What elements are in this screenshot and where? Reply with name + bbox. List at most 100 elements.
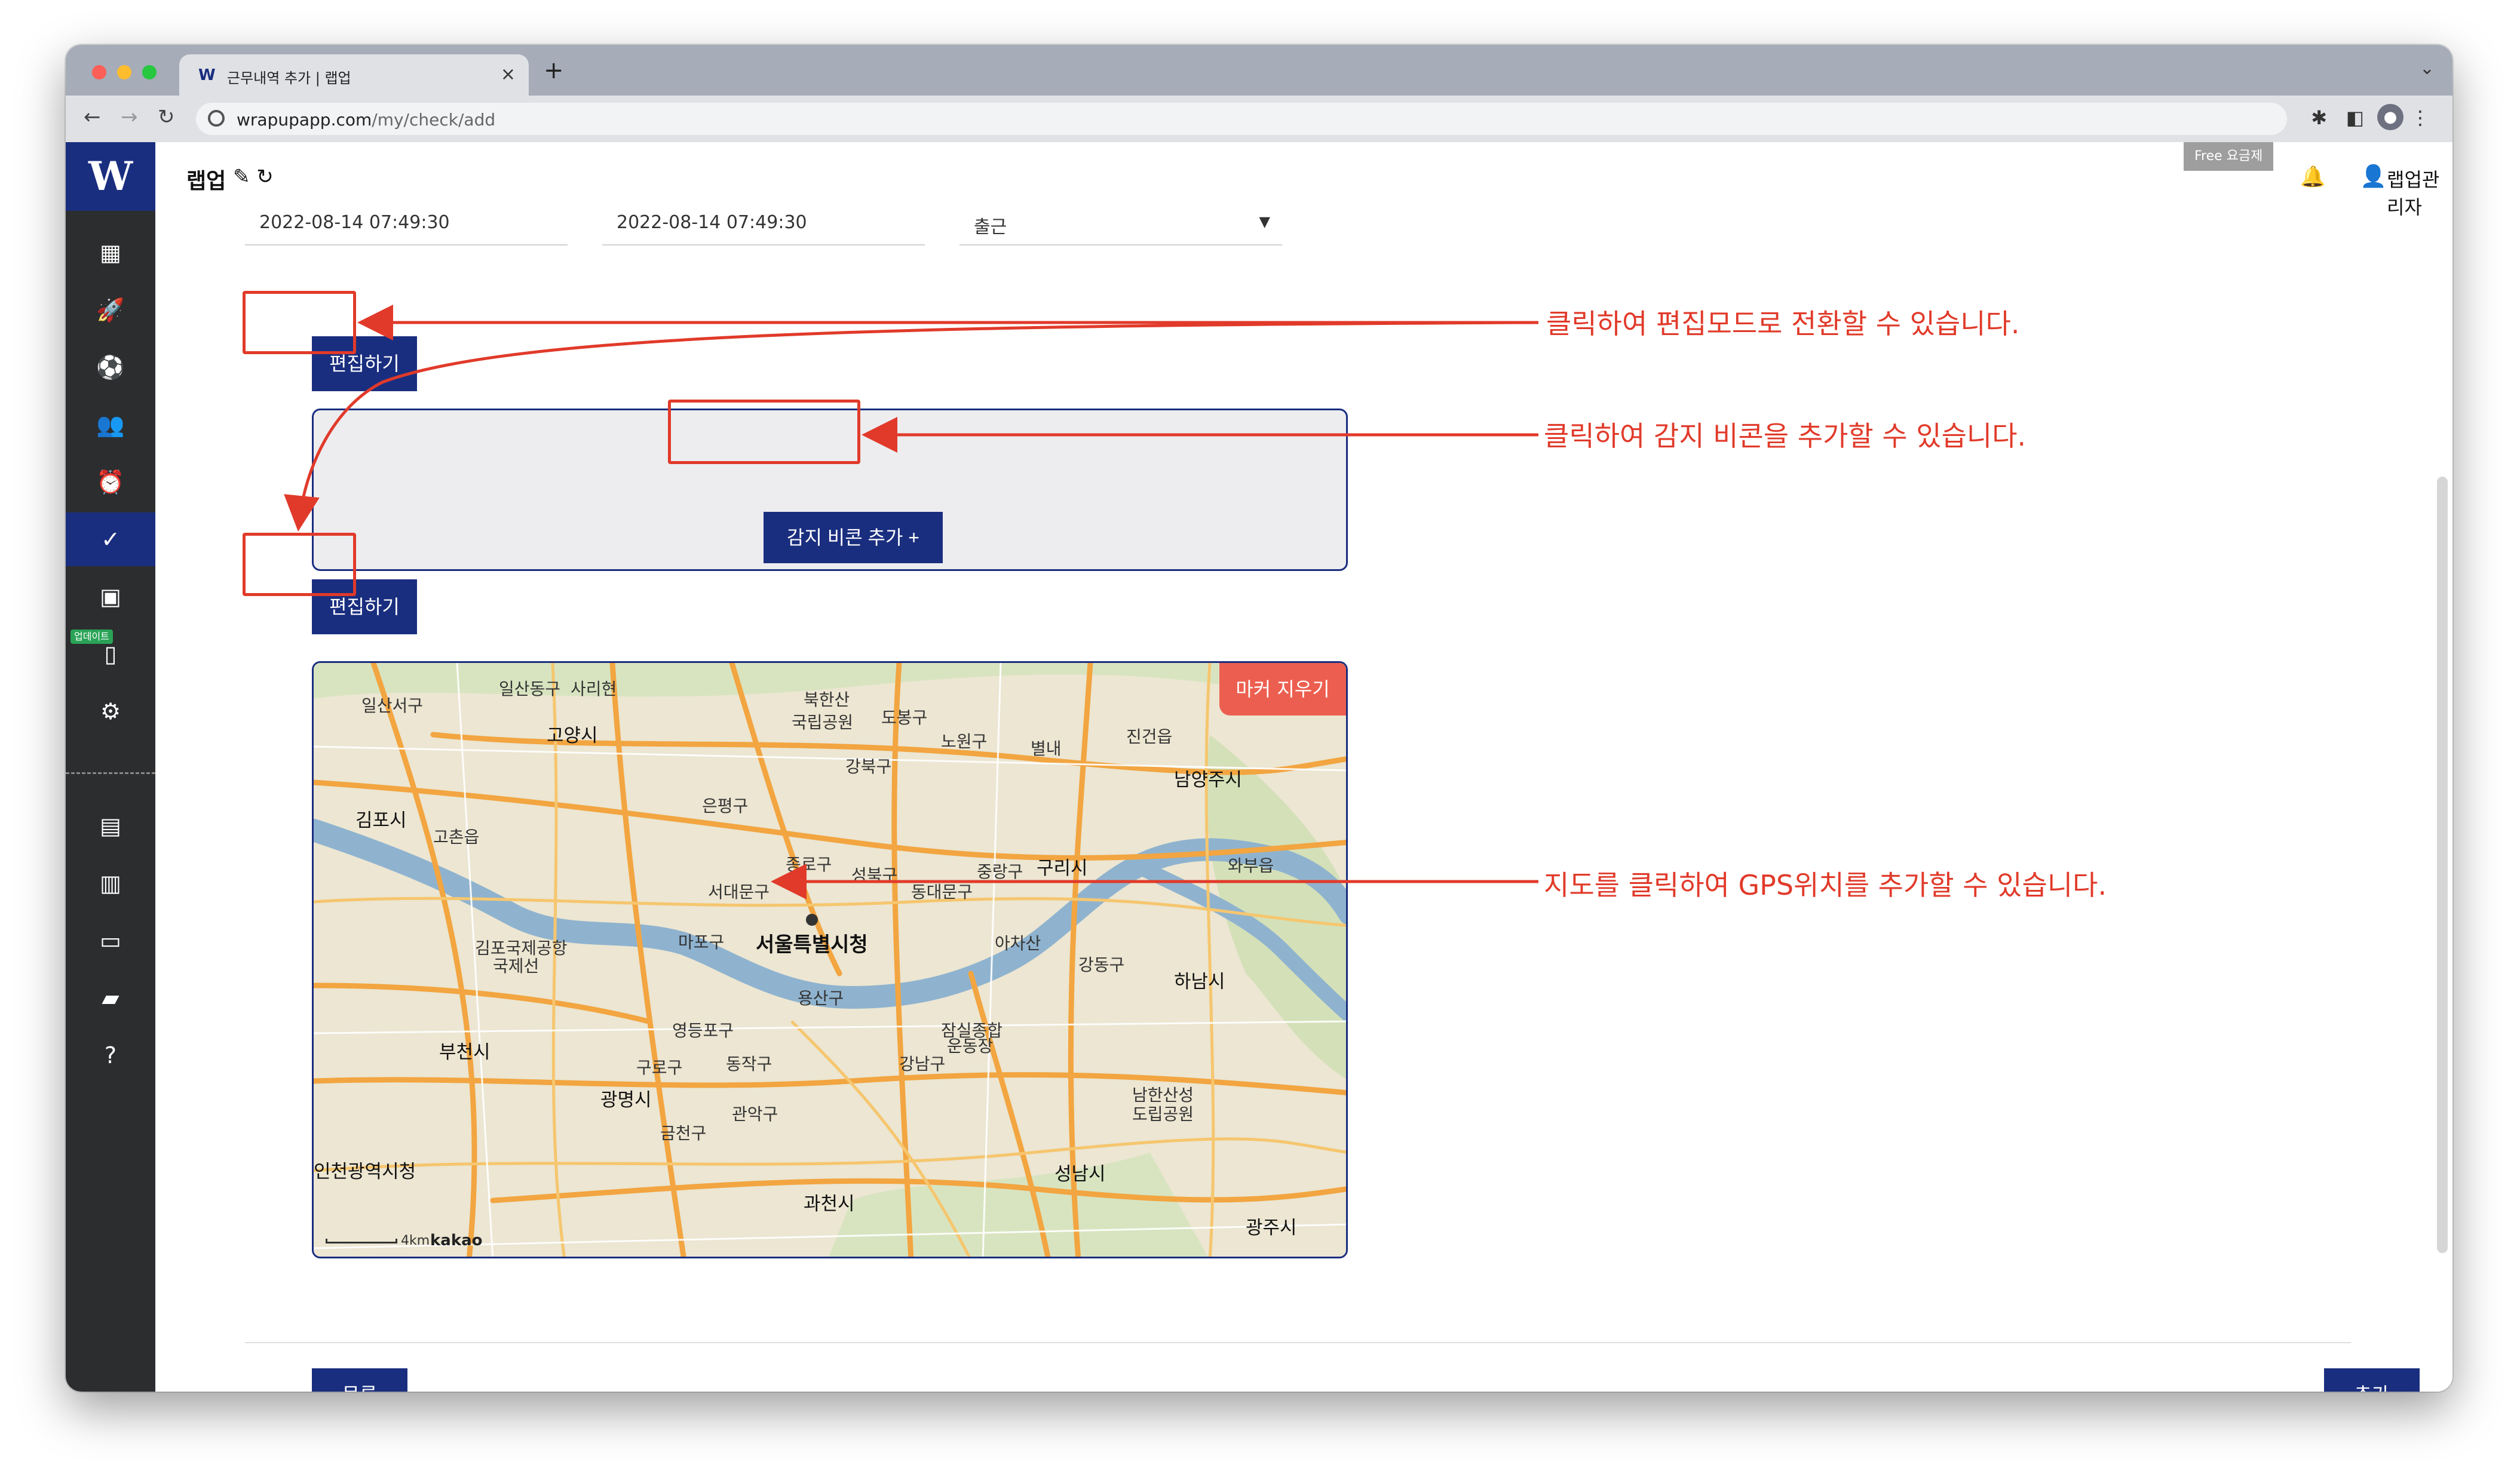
map-place-label: 금천구 bbox=[660, 1123, 707, 1143]
sidebar: W ▦ 🚀 ⚽ 👥 ⏰ ✓ ▣ ▯ 업데이트 ⚙ ▤ ▥ ▭ ▰? bbox=[66, 142, 155, 1392]
map-scale: 4km bbox=[326, 1233, 430, 1248]
kakao-logo[interactable]: kakao bbox=[430, 1232, 483, 1249]
sidebar-item-soccer-ball[interactable]: ⚽ bbox=[66, 340, 155, 394]
phone-icon: ▯ bbox=[104, 641, 117, 667]
app-logo[interactable]: W bbox=[66, 142, 155, 211]
map-place-label: 과천시 bbox=[804, 1193, 855, 1215]
type-select[interactable]: 출근 ▼ bbox=[959, 211, 1282, 245]
map-place-label: 동대문구 bbox=[911, 882, 973, 902]
new-tab-button[interactable]: + bbox=[544, 57, 564, 84]
sidebar-item-alarm-clock[interactable]: ⏰ bbox=[66, 455, 155, 509]
store-icon: ▭ bbox=[100, 928, 121, 954]
map-place-label: 노원구 bbox=[941, 732, 988, 751]
list-button[interactable]: 목록 bbox=[312, 1368, 407, 1392]
settings-gear-icon: ⚙ bbox=[100, 698, 121, 724]
sidebar-item-id-card[interactable]: ▣ bbox=[66, 570, 155, 624]
map-place-label: 관악구 bbox=[732, 1104, 778, 1124]
site-info-icon[interactable] bbox=[208, 110, 225, 127]
extensions-puzzle-icon[interactable]: ✱ bbox=[2311, 106, 2327, 129]
end-time-field[interactable]: 2022-08-14 07:49:30 bbox=[602, 211, 925, 245]
back-arrow-icon[interactable]: ← bbox=[84, 105, 101, 129]
brand-edit-refresh-icons[interactable]: ✎ ↻ bbox=[233, 165, 274, 189]
sidebar-item-store[interactable]: ▭ bbox=[66, 914, 155, 968]
sidebar-item-phone[interactable]: ▯ 업데이트 bbox=[66, 627, 155, 681]
sidebar-item-check[interactable]: ✓ bbox=[66, 512, 155, 566]
app-header: 랩업 ✎ ↻ Free 요금제 🔔 👤 랩업관리자 bbox=[155, 142, 2452, 219]
map-place-label: 성남시 bbox=[1054, 1163, 1106, 1185]
kebab-menu-icon[interactable]: ⋮ bbox=[2411, 106, 2430, 129]
favicon-icon: W bbox=[198, 66, 216, 84]
sidebar-divider bbox=[66, 772, 155, 774]
start-time-field[interactable]: 2022-08-14 07:49:30 bbox=[245, 211, 568, 245]
map-place-label: 성북구 bbox=[851, 865, 898, 885]
address-bar[interactable]: wrapupapp.com/my/check/add bbox=[196, 103, 2287, 135]
map-place-label: 강북구 bbox=[845, 757, 892, 776]
map-place-label: 광명시 bbox=[600, 1089, 652, 1111]
map-place-label: 국제선 bbox=[493, 956, 539, 976]
map-place-label: 진건읍 bbox=[1126, 727, 1173, 747]
tab-list-chevron-icon[interactable]: ⌄ bbox=[2420, 58, 2435, 79]
forward-arrow-icon[interactable]: → bbox=[121, 105, 138, 129]
type-select-value: 출근 bbox=[974, 217, 1007, 238]
sidebar-item-help-bubble[interactable]: ? bbox=[66, 1028, 155, 1082]
sidebar-item-building[interactable]: ▥ bbox=[66, 856, 155, 910]
zoom-window-button[interactable] bbox=[142, 65, 157, 79]
map-place-label: 중랑구 bbox=[977, 862, 1023, 882]
map-place-label: 아차산 bbox=[995, 934, 1041, 953]
map-place-label: 도봉구 bbox=[881, 708, 928, 727]
add-button[interactable]: 추가 bbox=[2324, 1368, 2420, 1392]
add-beacon-button[interactable]: 감지 비콘 추가 + bbox=[764, 512, 943, 563]
sidebar-item-people[interactable]: 👥 bbox=[66, 398, 155, 452]
url-text: wrapupapp.com/my/check/add bbox=[237, 110, 495, 130]
browser-window: W 근무내역 추가 | 랩업 × + ⌄ ← → ↻ wrapupapp.com… bbox=[66, 45, 2452, 1392]
map-place-label: 사리현 bbox=[571, 679, 617, 699]
edit-button-highlight bbox=[243, 291, 356, 354]
help-bubble-icon: ? bbox=[104, 1042, 117, 1068]
update-badge: 업데이트 bbox=[70, 630, 113, 644]
map-place-label: 국립공원 bbox=[792, 713, 854, 732]
map-place-label: 부천시 bbox=[439, 1042, 490, 1063]
map-place-label: 동작구 bbox=[726, 1054, 772, 1074]
tab-strip: W 근무내역 추가 | 랩업 × + ⌄ bbox=[66, 45, 2452, 96]
building-icon: ▥ bbox=[100, 870, 121, 896]
user-icon[interactable]: 👤 bbox=[2360, 164, 2387, 189]
dropdown-caret-icon: ▼ bbox=[1259, 213, 1270, 230]
reload-icon[interactable]: ↻ bbox=[158, 105, 175, 129]
map-place-label: 북한산 bbox=[804, 690, 850, 710]
page-scrollbar[interactable] bbox=[2437, 477, 2448, 1253]
plan-badge[interactable]: Free 요금제 bbox=[2184, 142, 2274, 171]
map-place-label: 영등포구 bbox=[672, 1021, 734, 1040]
brand-name: 랩업 bbox=[186, 169, 226, 194]
annotation-beacon: 클릭하여 감지 비콘을 추가할 수 있습니다. bbox=[1544, 420, 2027, 452]
end-time-value: 2022-08-14 07:49:30 bbox=[617, 212, 807, 233]
close-window-button[interactable] bbox=[92, 65, 106, 79]
sidebar-item-chat[interactable]: ▰ bbox=[66, 971, 155, 1025]
sidebar-item-rocket[interactable]: 🚀 bbox=[66, 283, 155, 337]
map-background bbox=[314, 663, 1346, 1257]
sidebar-item-dashboard[interactable]: ▦ bbox=[66, 226, 155, 280]
side-panel-icon[interactable]: ◧ bbox=[2346, 106, 2364, 129]
gps-map[interactable]: 일산서구 일산동구 사리현 고양시 북한산 국립공원 도봉구 노원구 별내 진건읍 남양주시 강북구 김… bbox=[312, 661, 1348, 1258]
minimize-window-button[interactable] bbox=[117, 65, 131, 79]
map-place-label: 고양시 bbox=[547, 725, 598, 747]
profile-avatar-icon[interactable]: ● bbox=[2377, 104, 2403, 130]
browser-tab[interactable]: W 근무내역 추가 | 랩업 × bbox=[179, 54, 529, 96]
start-time-value: 2022-08-14 07:49:30 bbox=[259, 212, 450, 233]
map-scale-bar bbox=[326, 1239, 397, 1243]
footer-divider bbox=[245, 1342, 2351, 1343]
url-host: wrapupapp.com bbox=[237, 110, 372, 130]
app-root: W ▦ 🚀 ⚽ 👥 ⏰ ✓ ▣ ▯ 업데이트 ⚙ ▤ ▥ ▭ ▰? 랩업 ✎ ↻ Free 요금제 🔔 👤… bbox=[66, 142, 2452, 1392]
bell-icon[interactable]: 🔔 bbox=[2300, 165, 2325, 189]
map-scale-label: 4km bbox=[401, 1233, 430, 1248]
map-place-label: 고촌읍 bbox=[433, 827, 480, 847]
edit-button-highlight-2 bbox=[243, 533, 356, 596]
map-place-label: 일산동구 bbox=[499, 679, 561, 699]
annotation-edit-mode: 클릭하여 편집모드로 전환할 수 있습니다. bbox=[1546, 308, 2020, 340]
clear-markers-button[interactable]: 마커 지우기 bbox=[1219, 663, 1346, 716]
sidebar-item-contact-card[interactable]: ▤ bbox=[66, 799, 155, 853]
map-place-label: 별내 bbox=[1031, 739, 1062, 759]
tab-close-icon[interactable]: × bbox=[501, 64, 516, 85]
map-place-label: 용산구 bbox=[798, 988, 844, 1008]
sidebar-item-settings-gear[interactable]: ⚙ bbox=[66, 684, 155, 738]
map-place-label: 일산서구 bbox=[361, 696, 424, 716]
